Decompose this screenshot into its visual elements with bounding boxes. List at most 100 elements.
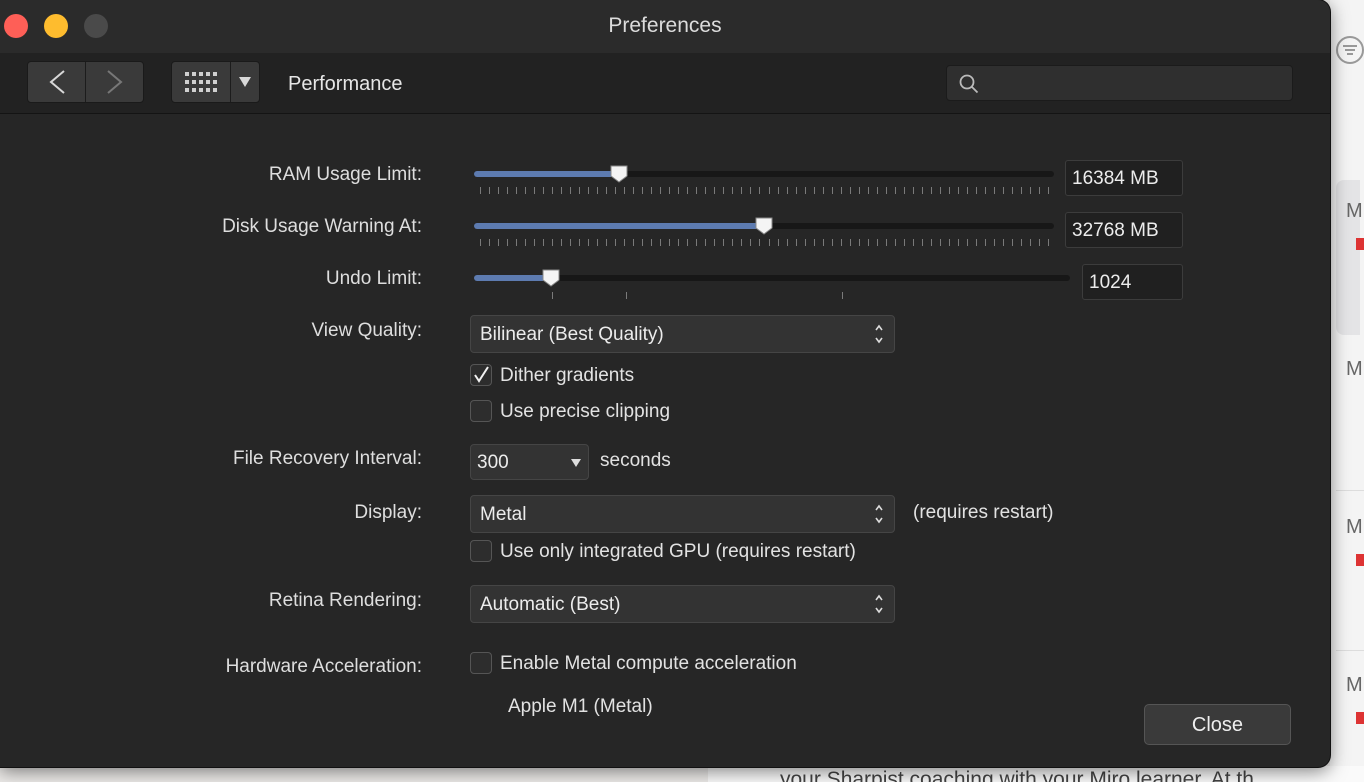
tick-mark (1048, 239, 1049, 246)
view-quality-popup[interactable]: Bilinear (Best Quality) (470, 315, 895, 353)
tick-mark (624, 239, 626, 246)
tick-mark (696, 187, 698, 194)
show-all-segmented-control (171, 61, 260, 103)
file-recovery-unit: seconds (600, 450, 671, 471)
tick-mark (759, 239, 761, 246)
tick-mark (687, 239, 689, 246)
toolbar: Performance (0, 53, 1330, 114)
tick-mark (507, 187, 509, 194)
tick-mark (561, 239, 563, 246)
ram-usage-ticks (480, 187, 1049, 195)
tick-mark (678, 239, 680, 246)
tick-mark (804, 187, 806, 194)
tick-mark (696, 239, 698, 246)
background-divider (1336, 490, 1364, 491)
disk-usage-value[interactable]: 32768 MB (1065, 212, 1183, 248)
tick-mark (894, 187, 896, 194)
filter-icon (1336, 36, 1364, 64)
tick-mark (615, 187, 617, 194)
integrated-gpu-checkbox[interactable] (470, 540, 492, 562)
tick-mark (939, 187, 941, 194)
tick-mark (741, 239, 743, 246)
tick-mark (1038, 239, 1040, 246)
tick-mark (552, 292, 553, 299)
file-recovery-combo[interactable]: 300 (470, 444, 589, 480)
section-title: Performance (288, 73, 403, 95)
tick-mark (993, 187, 995, 194)
tick-mark (948, 239, 950, 246)
background-badge (1356, 712, 1364, 724)
tick-mark (543, 239, 545, 246)
tick-mark (534, 239, 536, 246)
dither-gradients-label: Dither gradients (500, 365, 635, 386)
dither-gradients-checkbox[interactable] (470, 364, 492, 386)
tick-mark (1011, 187, 1013, 194)
tick-mark (588, 187, 590, 194)
forward-button[interactable] (86, 62, 143, 102)
up-down-arrows-icon (875, 594, 883, 614)
tick-mark (795, 187, 797, 194)
file-recovery-value: 300 (477, 452, 509, 473)
retina-rendering-popup[interactable]: Automatic (Best) (470, 585, 895, 623)
tick-mark (885, 187, 887, 194)
tick-mark (525, 187, 527, 194)
tick-mark (842, 292, 843, 299)
gpu-device-name: Apple M1 (Metal) (508, 696, 653, 717)
tick-mark (723, 187, 725, 194)
tick-mark (903, 187, 905, 194)
triangle-down-icon (571, 459, 581, 467)
display-popup[interactable]: Metal (470, 495, 895, 533)
show-all-dropdown[interactable] (231, 62, 259, 102)
background-snippet: your Sharpist coaching with your Miro le… (780, 768, 1254, 782)
tick-mark (966, 239, 968, 246)
background-text-strip: your Sharpist coaching with your Miro le… (708, 766, 1364, 782)
show-all-button[interactable] (172, 62, 230, 102)
tick-mark (1002, 239, 1004, 246)
tick-mark (984, 239, 986, 246)
tick-mark (714, 187, 716, 194)
tick-mark (867, 187, 869, 194)
ram-usage-slider[interactable] (474, 171, 1054, 177)
background-badge (1356, 554, 1364, 566)
background-letter: M (1346, 674, 1363, 696)
ram-usage-slider-thumb[interactable] (610, 165, 628, 183)
tick-mark (516, 239, 518, 246)
back-button[interactable] (28, 62, 85, 102)
background-letter: M (1346, 200, 1363, 222)
undo-limit-slider-thumb[interactable] (542, 269, 560, 287)
up-down-arrows-icon (875, 324, 883, 344)
search-field[interactable] (946, 65, 1293, 101)
tick-mark (615, 239, 617, 246)
close-button[interactable]: Close (1144, 704, 1291, 745)
view-quality-label: View Quality: (311, 320, 422, 341)
metal-compute-checkbox[interactable] (470, 652, 492, 674)
disk-usage-slider-thumb[interactable] (755, 217, 773, 235)
tick-mark (777, 239, 779, 246)
tick-mark (543, 187, 545, 194)
precise-clipping-label: Use precise clipping (500, 401, 671, 422)
tick-mark (948, 187, 950, 194)
undo-limit-slider[interactable] (474, 275, 1070, 281)
search-input[interactable] (987, 70, 1286, 96)
tick-mark (903, 239, 905, 246)
undo-limit-value[interactable]: 1024 (1082, 264, 1183, 300)
precise-clipping-checkbox[interactable] (470, 400, 492, 422)
disk-usage-label: Disk Usage Warning At: (222, 216, 422, 237)
tick-mark (840, 239, 842, 246)
tick-mark (975, 239, 977, 246)
tick-mark (633, 239, 635, 246)
tick-mark (687, 187, 689, 194)
metal-compute-label: Enable Metal compute acceleration (500, 653, 797, 674)
tick-mark (831, 239, 833, 246)
tick-mark (642, 187, 644, 194)
tick-mark (1048, 187, 1049, 194)
undo-limit-label: Undo Limit: (325, 268, 422, 289)
tick-mark (849, 187, 851, 194)
ram-usage-value[interactable]: 16384 MB (1065, 160, 1183, 196)
background-letter: M (1346, 358, 1363, 380)
tick-mark (786, 239, 788, 246)
integrated-gpu-label: Use only integrated GPU (requires restar… (500, 541, 856, 562)
tick-mark (750, 187, 752, 194)
tick-mark (795, 239, 797, 246)
tick-mark (894, 239, 896, 246)
